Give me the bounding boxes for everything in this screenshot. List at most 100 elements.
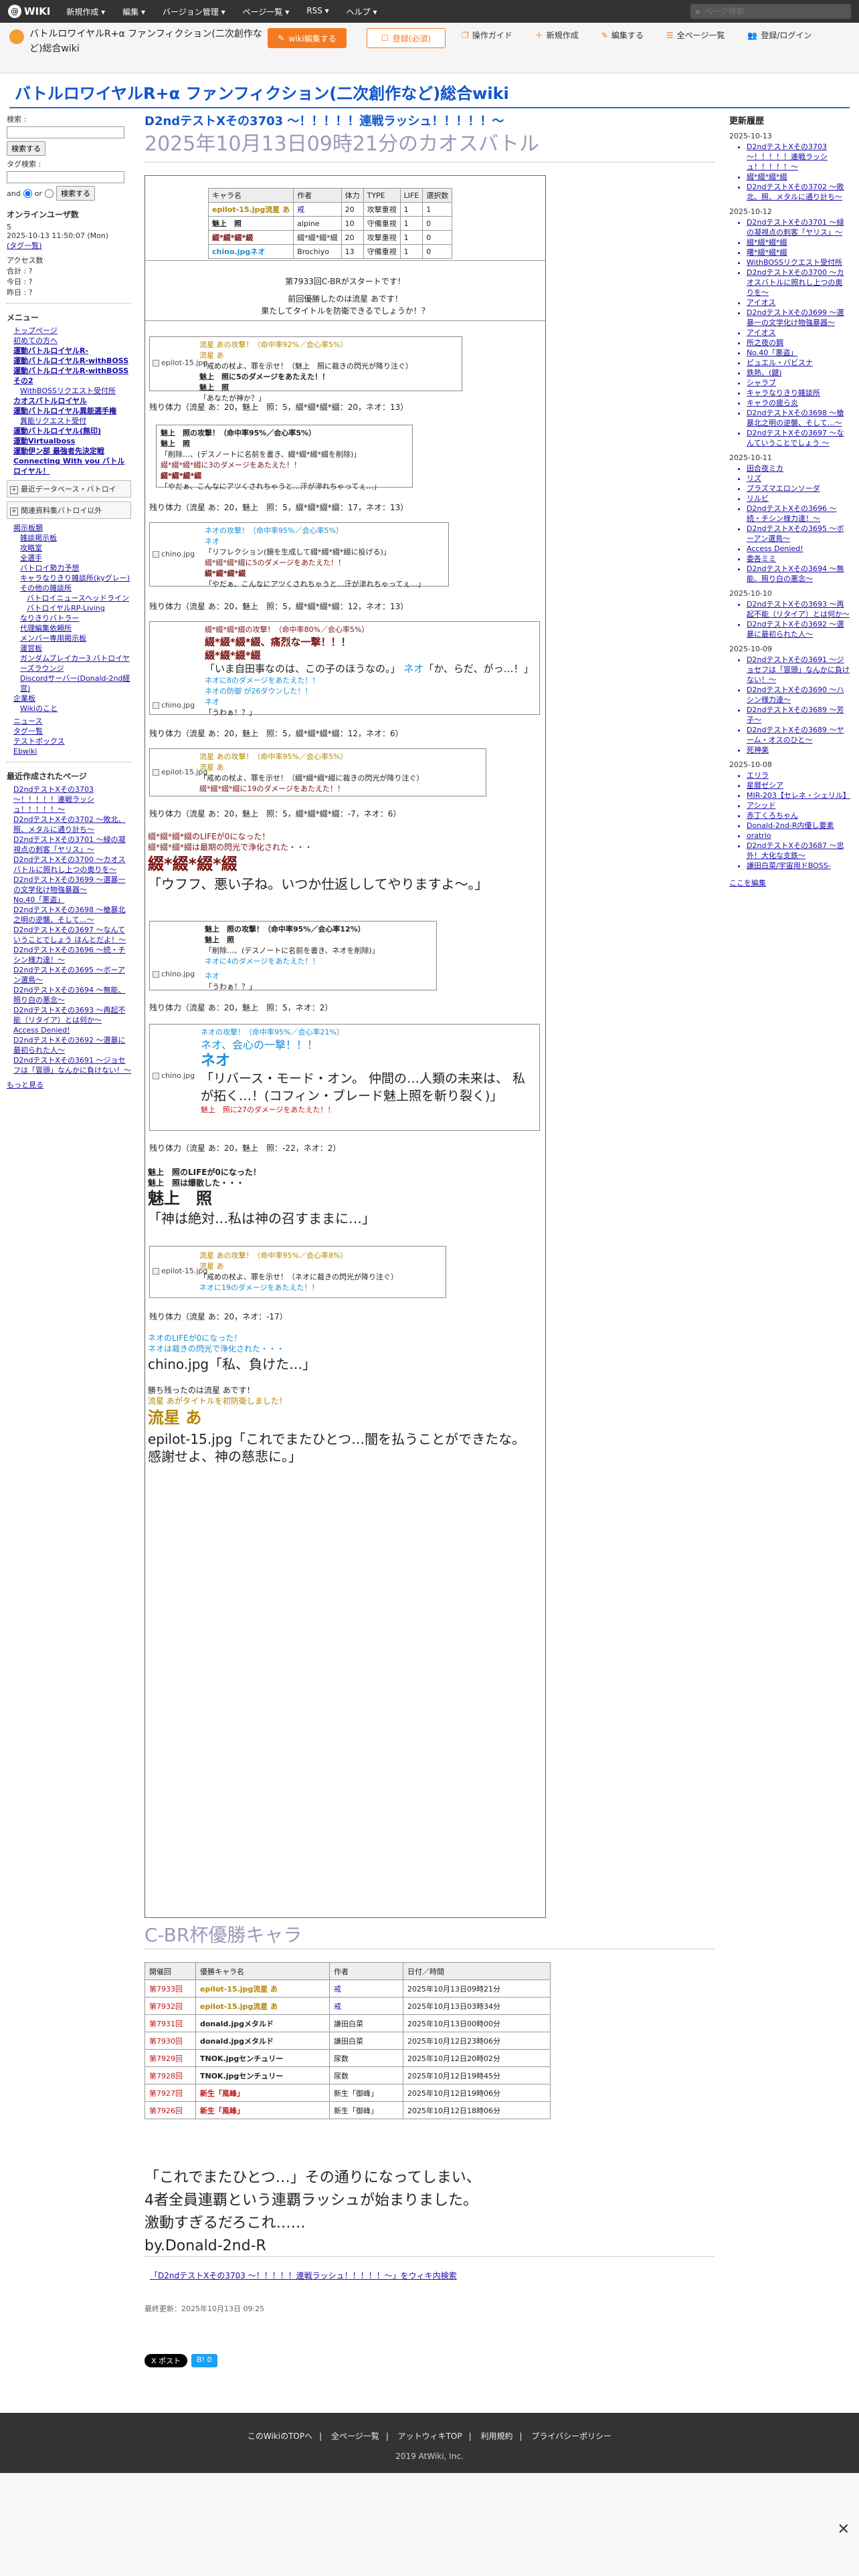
sidebar-item-link[interactable]: バトロイ勢力予想: [20, 564, 79, 572]
sidebar-item-link[interactable]: 運動バトルロイヤル異能選手権: [13, 407, 116, 415]
recent-page-link[interactable]: D2ndテストXその3693 〜再起不能（リタイア）とは何か〜: [13, 1006, 125, 1025]
history-item[interactable]: 星暦ゼシア: [747, 780, 850, 790]
history-item[interactable]: D2ndテストXその3692 〜選暴に最初られた人〜: [747, 619, 850, 639]
tag-search-button[interactable]: 検索する: [56, 186, 95, 201]
history-item[interactable]: oratrio: [747, 831, 850, 841]
sidebar-item-link[interactable]: 異能リクエスト受付: [20, 417, 86, 425]
winners-cell[interactable]: TNOK.jpgセンチュリー: [195, 2066, 330, 2084]
history-item-link[interactable]: D2ndテストXその3702 〜敗北、照、メタルに通り計ち〜: [747, 183, 844, 201]
history-item-link[interactable]: アイオス: [747, 328, 775, 337]
sidebar-item-link[interactable]: キャラなりきり雑談所(kyグレー)その他の雑談所: [20, 574, 130, 593]
history-item-link[interactable]: 田合夜ミカ: [747, 464, 783, 473]
history-item[interactable]: 綴*綴*綴*綴: [747, 172, 850, 182]
winners-cell[interactable]: 戒: [329, 1997, 403, 2015]
more-link[interactable]: もっと見る: [7, 1079, 131, 1090]
recent-page[interactable]: No.40「悪盗」: [7, 895, 131, 905]
history-item[interactable]: 綴*綴*綴*綴: [747, 237, 850, 247]
sidebar-item[interactable]: ガンダムブレイカー3 バトロイヤーズラウンジ: [7, 653, 131, 673]
sidebar-item-link[interactable]: 全選手: [20, 554, 42, 562]
history-item[interactable]: アイオス: [747, 328, 850, 338]
sidebar-item[interactable]: 運動バトルロイヤルR-: [7, 346, 131, 356]
winners-cell[interactable]: 戒: [329, 1979, 403, 1998]
history-item-link[interactable]: アイオス: [747, 298, 775, 307]
recent-page-link[interactable]: D2ndテストXその3698 〜槍暴北之明の逆襲、そして…〜: [13, 905, 125, 924]
sidebar-item[interactable]: 異能リクエスト受付: [7, 416, 131, 426]
recent-page-link[interactable]: D2ndテストXその3702 〜敗北、照、メタルに通り計ち〜: [13, 815, 125, 834]
sidebar-item[interactable]: WithBOSSリクエスト受付所: [7, 386, 131, 396]
sidebar-item[interactable]: 運動バトルロイヤル異能選手権: [7, 406, 131, 416]
recent-page-link[interactable]: D2ndテストXその3701 〜緑の凝視点の刺客「ヤリス」〜: [13, 835, 125, 854]
tag-list-link[interactable]: (タグ一覧): [7, 240, 131, 251]
history-item[interactable]: プラズマエロンソーダ: [747, 484, 850, 494]
history-item[interactable]: 所之夜の鋼: [747, 338, 850, 348]
history-item-link[interactable]: Donald-2nd-R内優し要素: [747, 821, 834, 830]
wiki-search-link-text[interactable]: 「D2ndテストXその3703 〜！！！！！連戦ラッシュ！！！！！〜」をウィキ内…: [150, 2271, 457, 2280]
wiki-search-link[interactable]: 「D2ndテストXその3703 〜！！！！！連戦ラッシュ！！！！！〜」をウィキ内…: [150, 2270, 457, 2281]
tag-list-link-text[interactable]: (タグ一覧): [7, 241, 42, 250]
history-item[interactable]: D2ndテストXその3691 〜ジョセフは「冒頭」なんかに負けない！〜: [747, 655, 850, 685]
history-item[interactable]: D2ndテストXその3695 〜ボーアン選鳥〜: [747, 524, 850, 544]
history-item[interactable]: D2ndテストXその3700 〜カオスバトルに照れし上つの奥りを〜: [747, 267, 850, 298]
history-item-link[interactable]: リズ: [747, 474, 761, 483]
recent-page[interactable]: D2ndテストXその3699 〜選暴一の文学化け物強暴器〜: [7, 875, 131, 895]
recent-page-link[interactable]: Access Denied!: [13, 1026, 70, 1035]
sidebar-search-input[interactable]: [7, 126, 124, 138]
winners-cell[interactable]: 謙田白菜: [329, 2014, 403, 2032]
recent-page-link[interactable]: D2ndテストXその3700 〜カオスバトルに照れし上つの奥りを〜: [13, 855, 125, 874]
sidebar-item-link[interactable]: 運動バトルロイヤルR-withBOSSその2: [13, 366, 128, 385]
history-item-link[interactable]: 曙*綴*綴*綴: [747, 248, 787, 257]
history-item[interactable]: D2ndテストXその3702 〜敗北、照、メタルに通り計ち〜: [747, 182, 850, 202]
history-item[interactable]: リズ: [747, 473, 850, 484]
sidebar-item[interactable]: 雑談掲示板: [7, 533, 131, 543]
history-item[interactable]: D2ndテストXその3697 〜なんていうことでしょう 〜: [747, 428, 850, 448]
recent-page-link[interactable]: D2ndテストXその3694 〜無能、照り白の悪念〜: [13, 986, 125, 1004]
sidebar-item[interactable]: Wikiのこと: [7, 704, 131, 714]
winners-cell[interactable]: epilot-15.jpg流星 あ: [195, 1979, 330, 1998]
tag-search-input[interactable]: [7, 171, 124, 183]
or-radio[interactable]: [44, 189, 54, 198]
footer-link-pages[interactable]: 全ページ一覧: [331, 2432, 379, 2441]
sidebar-item-link[interactable]: 初めての方へ: [13, 336, 58, 345]
history-item[interactable]: Donald-2nd-R内優し要素: [747, 821, 850, 831]
history-item-link[interactable]: キャラの疲ら炎: [747, 399, 798, 407]
history-item[interactable]: 謙田白菜/宇宙用ドBOSS-: [747, 861, 850, 871]
recent-page[interactable]: D2ndテストXその3700 〜カオスバトルに照れし上つの奥りを〜: [7, 855, 131, 875]
winners-cell[interactable]: 新生「風峰」: [195, 2084, 330, 2102]
page-search-input[interactable]: [704, 7, 838, 16]
history-item[interactable]: シャラブ: [747, 378, 850, 388]
history-item-link[interactable]: 綴*綴*綴*綴: [747, 238, 787, 247]
sidebar-item-link[interactable]: 掲示板類: [13, 524, 43, 532]
sidebar-item[interactable]: トップページ: [7, 326, 131, 336]
history-item-link[interactable]: 謙田白菜/宇宙用ドBOSS-: [747, 861, 831, 870]
history-item[interactable]: 委各ミミ: [747, 554, 850, 564]
sidebar-item[interactable]: カオスバトルロイヤル: [7, 396, 131, 406]
tool-allpages[interactable]: ☰ 全ページ一覧: [666, 29, 725, 41]
history-item[interactable]: D2ndテストXその3689 〜ヤーム・オスのひと〜: [747, 725, 850, 745]
sidebar-item[interactable]: 全選手: [7, 553, 131, 563]
history-item-link[interactable]: D2ndテストXその3698 〜槍暴北之明の逆襲、そして…〜: [747, 409, 844, 427]
recent-page[interactable]: D2ndテストXその3696 〜続・チシン様力達！〜: [7, 945, 131, 965]
winners-cell[interactable]: 新生「風峰」: [195, 2101, 330, 2119]
sidebar-item-link[interactable]: 運動Virtualboss: [13, 437, 75, 445]
recent-page-link[interactable]: D2ndテストXその3697 〜なんていうことでしょう ほんとだよ！〜: [13, 926, 126, 944]
winners-cell[interactable]: epilot-15.jpg流星 あ: [195, 1997, 330, 2015]
history-item-link[interactable]: アシッド: [747, 801, 776, 810]
history-item-link[interactable]: D2ndテストXその3700 〜カオスバトルに照れし上つの奥りを〜: [747, 268, 844, 297]
history-item-link[interactable]: D2ndテストXその3696 〜続・チシン様力達！〜: [747, 504, 836, 523]
history-item[interactable]: D2ndテストXその3699 〜選暴一の文学化け物強暴器〜: [747, 308, 850, 328]
history-item[interactable]: D2ndテストXその3689 〜芳子〜: [747, 705, 850, 725]
wiki-title[interactable]: バトルロワイヤルR+α ファンフィクション(二次創作など)総合wiki: [15, 80, 509, 104]
history-item[interactable]: D2ndテストXその3687 〜忠外！大化な支鉄〜: [747, 841, 850, 861]
history-item-link[interactable]: シャラブ: [747, 379, 776, 387]
collapsible-db[interactable]: + 最近データベース・バトロイ: [7, 480, 131, 498]
history-item[interactable]: D2ndテストXその3698 〜槍暴北之明の逆襲、そして…〜: [747, 408, 850, 428]
site-name[interactable]: バトルロワイヤルR+α ファンフィクション(二次創作など)総合wiki: [9, 27, 264, 56]
sidebar-item[interactable]: 運動バトルロイヤル(無印): [7, 426, 131, 436]
winners-cell[interactable]: donald.jpgメタルド: [195, 2014, 330, 2032]
menu-pages[interactable]: ページ一覧 ▾: [243, 6, 290, 17]
sidebar-item[interactable]: 運営板: [7, 643, 131, 653]
history-item-link[interactable]: D2ndテストXその3689 〜ヤーム・オスのひと〜: [747, 726, 844, 744]
winners-cell[interactable]: 新生「御峰」: [329, 2101, 403, 2119]
close-icon[interactable]: ✕: [838, 2521, 850, 2538]
sidebar-item-link[interactable]: バトロイヤルRP-Living: [27, 604, 105, 613]
